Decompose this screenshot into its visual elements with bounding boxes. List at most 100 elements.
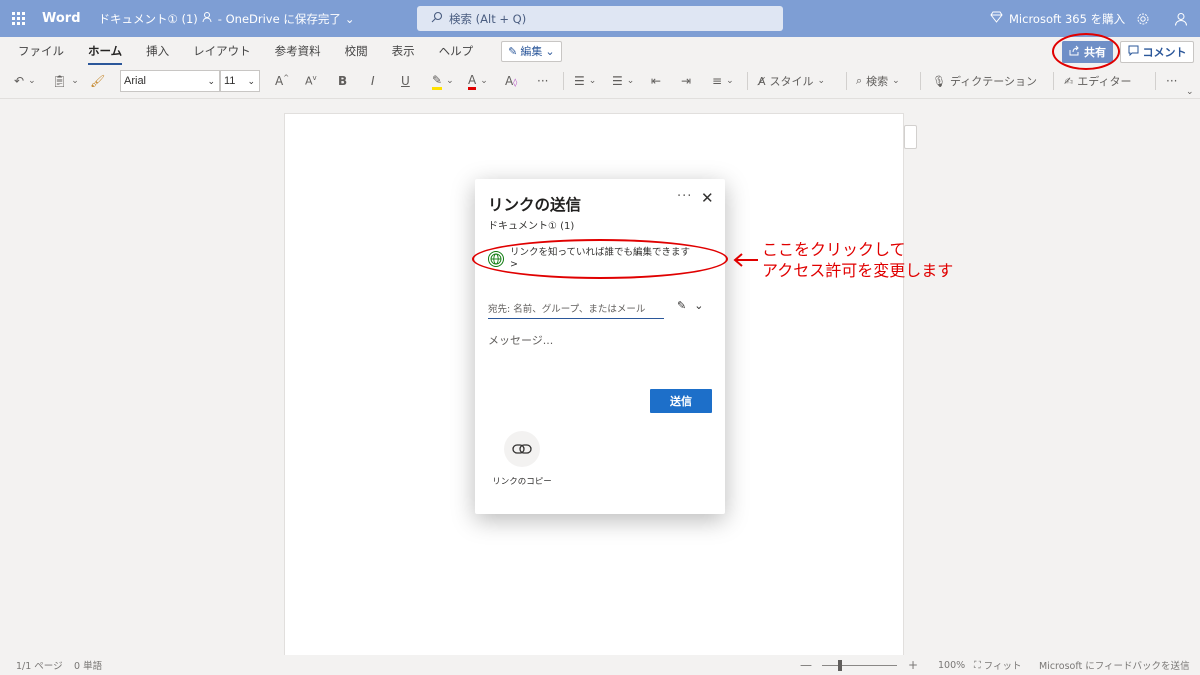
dictate-button[interactable]: 🎙︎ ディクテーション	[932, 68, 1037, 94]
message-input[interactable]: メッセージ...	[488, 332, 553, 348]
format-painter-button[interactable]: 🖌︎	[90, 68, 105, 94]
gear-icon[interactable]	[1129, 0, 1157, 37]
account-icon[interactable]	[1167, 0, 1195, 37]
numbering-button[interactable]: ☰ ⌄	[612, 68, 634, 94]
annotation-line-2: アクセス許可を変更します	[762, 261, 954, 280]
undo-button[interactable]: ↶ ⌄	[14, 68, 36, 94]
paintbrush-icon: 🖌︎	[90, 74, 106, 88]
recipient-input[interactable]: 宛先: 名前、グループ、またはメール	[488, 297, 664, 319]
shrink-font-button[interactable]: Av	[305, 68, 317, 94]
undo-icon: ↶	[14, 74, 25, 88]
ms365-label: Microsoft 365 を購入	[1009, 11, 1126, 26]
highlight-button[interactable]: ✎ ⌄	[432, 68, 454, 94]
chevron-down-icon: ⌄	[588, 76, 597, 86]
find-button[interactable]: ⌕ 検索 ⌄	[856, 68, 900, 94]
chevron-down-icon: ⌄	[28, 76, 36, 86]
search-placeholder: 検索 (Alt + Q)	[449, 11, 527, 26]
comment-icon	[1128, 45, 1139, 59]
toolbar-separator	[920, 72, 921, 90]
tab-insert[interactable]: 挿入	[134, 37, 181, 65]
underline-icon: U	[401, 74, 410, 88]
shrink-font-icon: Av	[305, 74, 317, 88]
toolbar-separator	[1053, 72, 1054, 90]
editor-button[interactable]: ✍︎ エディター	[1064, 68, 1131, 94]
paste-button[interactable]: 📋︎ ⌄	[52, 68, 79, 94]
increase-indent-button[interactable]: ⇥	[681, 68, 691, 94]
grow-font-button[interactable]: A^	[275, 68, 289, 94]
app-launcher-icon[interactable]	[0, 0, 36, 37]
indent-icon: ⇥	[681, 74, 692, 88]
italic-button[interactable]: I	[371, 68, 375, 94]
toolbar-separator	[563, 72, 564, 90]
tab-references[interactable]: 参考資料	[263, 37, 333, 65]
more-options-icon[interactable]: ···	[677, 189, 692, 204]
diamond-icon	[990, 11, 1003, 26]
status-bar: 1/1 ページ 0 単語 — + 100% ⛶ フィット Microsoft に…	[0, 655, 1200, 675]
tab-home[interactable]: ホーム	[76, 37, 134, 65]
tab-help[interactable]: ヘルプ	[427, 37, 486, 65]
app-name[interactable]: Word	[42, 11, 81, 26]
pencil-icon: ✎	[677, 299, 687, 312]
clear-format-button[interactable]: A◊	[505, 68, 517, 94]
chevron-down-icon: ⌄	[892, 76, 900, 86]
annotation-arrow-icon	[733, 253, 758, 267]
search-input[interactable]: 検索 (Alt + Q)	[417, 6, 783, 31]
send-link-dialog: リンクの送信 ドキュメント① (1) ··· ✕ リンクを知っていれば誰でも編集…	[475, 179, 725, 514]
share-highlight-circle	[1052, 33, 1120, 70]
editor-label: エディター	[1077, 75, 1132, 88]
save-status: - OneDrive に保存完了	[217, 11, 341, 26]
close-icon[interactable]: ✕	[701, 189, 714, 207]
search-icon	[431, 11, 443, 26]
feedback-link[interactable]: Microsoft にフィードバックを送信	[1039, 655, 1190, 675]
bullet-list-icon: ☰	[574, 74, 585, 88]
align-button[interactable]: ≡ ⌄	[712, 68, 734, 94]
link-icon	[504, 431, 540, 467]
font-color-button[interactable]: A ⌄	[468, 68, 488, 94]
tab-layout[interactable]: レイアウト	[181, 37, 263, 65]
zoom-slider-thumb[interactable]	[838, 659, 842, 671]
decrease-indent-button[interactable]: ⇤	[651, 68, 661, 94]
underline-button[interactable]: U	[401, 68, 410, 94]
zoom-slider[interactable]	[822, 655, 897, 675]
dialog-title: リンクの送信	[488, 196, 582, 214]
styles-button[interactable]: A̸ スタイル ⌄	[758, 68, 825, 94]
bold-button[interactable]: B	[338, 68, 347, 94]
tab-review[interactable]: 校閲	[333, 37, 380, 65]
zoom-level[interactable]: 100%	[938, 655, 965, 675]
more-icon: ···	[537, 74, 549, 88]
font-size-select[interactable]: 11 ⌄	[220, 70, 260, 92]
clipboard-icon: 📋︎	[52, 74, 68, 88]
document-title[interactable]: ドキュメント① (1) - OneDrive に保存完了 ⌄	[99, 11, 355, 27]
permission-dropdown[interactable]: ✎ ⌄	[677, 299, 703, 312]
search-icon: ⌕	[856, 74, 863, 87]
bullets-button[interactable]: ☰ ⌄	[574, 68, 596, 94]
document-name: ドキュメント① (1)	[98, 11, 198, 26]
zoom-out-button[interactable]: —	[800, 655, 812, 675]
send-button[interactable]: 送信	[650, 389, 712, 413]
comment-button[interactable]: コメント	[1120, 41, 1194, 63]
ribbon: ファイル ホーム 挿入 レイアウト 参考資料 校閲 表示 ヘルプ ✎ 編集 ⌄ …	[0, 33, 1200, 99]
copy-link-button[interactable]: リンクのコピー	[491, 431, 553, 487]
recipient-placeholder: 宛先: 名前、グループ、またはメール	[488, 303, 646, 315]
font-name-value: Arial	[124, 75, 147, 87]
fit-icon: ⛶	[974, 659, 981, 671]
word-count: 0 単語	[74, 661, 103, 672]
tab-file[interactable]: ファイル	[0, 37, 76, 65]
toolbar-separator	[846, 72, 847, 90]
fit-label: フィット	[983, 661, 1022, 672]
fit-button[interactable]: ⛶ フィット	[974, 655, 1021, 675]
toolbar-separator	[747, 72, 748, 90]
font-name-select[interactable]: Arial ⌄	[120, 70, 220, 92]
bold-icon: B	[338, 74, 348, 88]
buy-microsoft365-link[interactable]: Microsoft 365 を購入	[990, 0, 1125, 37]
toolbar-separator	[1155, 72, 1156, 90]
font-size-value: 11	[224, 75, 236, 87]
more-options-button[interactable]: ···	[1166, 68, 1177, 94]
zoom-in-button[interactable]: +	[908, 655, 918, 675]
italic-icon: I	[371, 74, 375, 88]
tab-view[interactable]: 表示	[380, 37, 427, 65]
more-font-options-button[interactable]: ···	[537, 68, 548, 94]
microphone-icon: 🎙︎	[932, 74, 946, 88]
editing-mode-dropdown[interactable]: ✎ 編集 ⌄	[501, 40, 562, 62]
chevron-down-icon: ⌄	[71, 76, 79, 86]
